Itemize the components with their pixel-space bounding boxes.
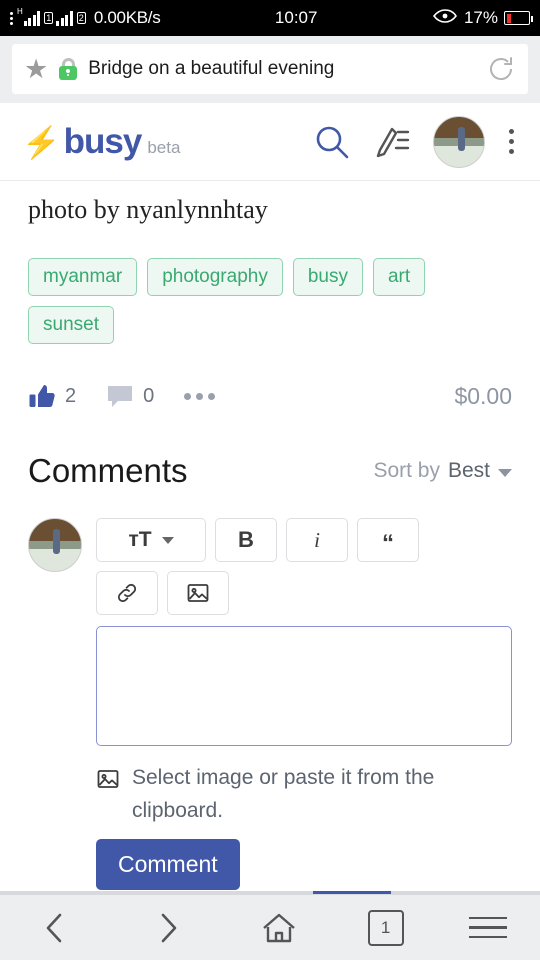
forward-button[interactable]	[144, 905, 190, 951]
app-header: ⚡ busy beta	[0, 103, 540, 181]
italic-label: i	[314, 527, 320, 552]
editor-toolbar-row-1: тT B i “	[96, 518, 512, 562]
sort-by-label: Sort by	[373, 459, 440, 482]
write-post-icon[interactable]	[373, 123, 411, 161]
data-speed-label: 0.00KB/s	[93, 8, 161, 27]
image-hint-text: Select image or paste it from the clipbo…	[132, 766, 435, 822]
reload-icon[interactable]	[486, 54, 516, 84]
comments-header: Comments Sort by Best	[28, 452, 512, 490]
tag-item[interactable]: photography	[147, 258, 283, 296]
tag-item[interactable]: myanmar	[28, 258, 138, 296]
eye-care-icon	[432, 8, 458, 29]
tag-item[interactable]: busy	[292, 258, 363, 296]
italic-button[interactable]: i	[286, 518, 348, 562]
chevron-down-icon	[161, 536, 174, 544]
like-button[interactable]: 2	[28, 382, 76, 410]
home-button[interactable]	[256, 905, 302, 951]
comment-bubble-icon	[106, 382, 134, 410]
chevron-down-icon	[498, 468, 512, 477]
bookmark-star-icon[interactable]: ★	[24, 55, 48, 83]
text-size-label: тT	[128, 528, 152, 551]
image-icon	[186, 581, 210, 605]
comment-textarea[interactable]	[96, 626, 512, 746]
battery-percent-label: 17%	[463, 8, 498, 27]
tag-item[interactable]: art	[372, 258, 426, 296]
status-bar-right: 17%	[432, 8, 533, 29]
search-icon[interactable]	[313, 123, 351, 161]
browser-url-bar: ★ Bridge on a beautiful evening	[0, 36, 540, 103]
status-bar-left: H 1 2 0.00KB/s	[10, 7, 161, 28]
link-button[interactable]	[96, 571, 158, 615]
editor-toolbar-row-2	[96, 571, 512, 615]
text-size-button[interactable]: тT	[96, 518, 206, 562]
clock-label: 10:07	[274, 8, 318, 27]
sim2-signal-icon	[56, 10, 73, 26]
thumbs-up-icon	[28, 382, 56, 410]
scroll-indicator	[0, 891, 540, 894]
tag-list: myanmar photography busy art sunset	[28, 258, 512, 344]
sim1-signal-icon	[23, 10, 41, 26]
sort-value: Best	[447, 459, 490, 482]
comment-editor: тT B i “ Select image or paste it from t…	[28, 518, 512, 891]
sim1-label: 1	[44, 12, 54, 24]
network-type-label: H	[17, 7, 23, 16]
tag-item[interactable]: sunset	[28, 306, 114, 344]
comment-count: 0	[143, 384, 155, 407]
back-button[interactable]	[33, 905, 79, 951]
avatar[interactable]	[433, 115, 485, 168]
more-options-icon[interactable]	[184, 392, 216, 400]
tab-counter-button[interactable]: 1	[367, 905, 408, 946]
sim2-label: 2	[76, 12, 86, 24]
app-logo[interactable]: ⚡ busy beta	[22, 122, 180, 162]
signal-dots-icon	[10, 11, 13, 25]
lightning-bolt-icon: ⚡	[22, 124, 61, 160]
unlocked-padlock-icon[interactable]	[58, 58, 78, 80]
image-hint-row[interactable]: Select image or paste it from the clipbo…	[96, 762, 512, 827]
app-logo-text: busy	[63, 121, 143, 161]
quote-label: “	[382, 530, 394, 558]
payout-amount: $0.00	[454, 382, 512, 409]
editor-avatar	[28, 518, 82, 572]
bold-button[interactable]: B	[215, 518, 277, 562]
post-stats-row: 2 0 $0.00	[28, 382, 512, 410]
battery-icon	[504, 11, 533, 25]
insert-image-button[interactable]	[167, 571, 229, 615]
post-content: photo by nyanlynnhtay myanmar photograph…	[0, 181, 540, 891]
like-count: 2	[65, 384, 77, 407]
bold-label: B	[238, 527, 254, 552]
status-bar: H 1 2 0.00KB/s 10:07 17%	[0, 0, 540, 36]
url-bar-inner[interactable]: ★ Bridge on a beautiful evening	[12, 44, 528, 94]
sort-dropdown[interactable]: Sort by Best	[373, 459, 512, 483]
image-icon	[96, 767, 120, 791]
hamburger-menu-icon[interactable]	[469, 916, 508, 939]
post-body-text: photo by nyanlynnhtay	[28, 195, 268, 224]
editor-column: тT B i “ Select image or paste it from t…	[96, 518, 512, 891]
page-title[interactable]: Bridge on a beautiful evening	[88, 58, 476, 80]
browser-bottom-nav: 1	[0, 894, 540, 960]
quote-button[interactable]: “	[357, 518, 419, 562]
kebab-menu-icon[interactable]	[505, 125, 518, 158]
comments-title: Comments	[28, 452, 188, 489]
link-icon	[115, 581, 139, 605]
beta-label: beta	[147, 137, 181, 157]
submit-comment-button[interactable]: Comment	[96, 839, 240, 891]
comment-button[interactable]: 0	[106, 382, 154, 410]
